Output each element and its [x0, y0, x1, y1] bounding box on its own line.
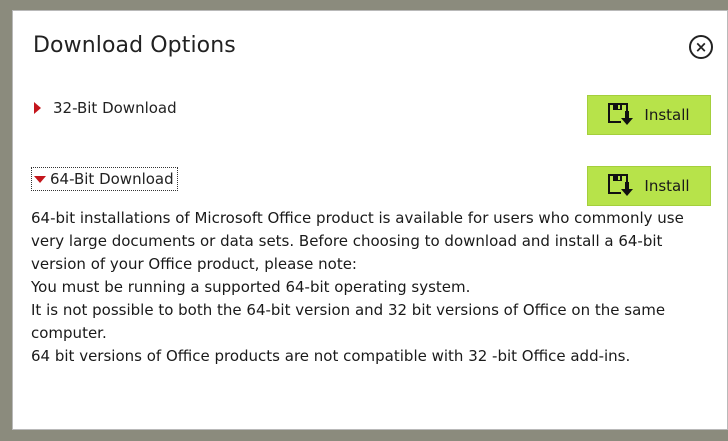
install-64bit-button[interactable]: Install [587, 166, 711, 206]
description-paragraph: 64-bit installations of Microsoft Office… [31, 209, 684, 273]
option-64bit-label: 64-Bit Download [50, 170, 174, 188]
caret-down-icon [34, 175, 46, 183]
option-32bit-toggle[interactable]: 32-Bit Download [31, 99, 177, 117]
install-32bit-button[interactable]: Install [587, 95, 711, 135]
option-64bit-toggle[interactable]: 64-Bit Download [31, 167, 178, 191]
floppy-download-icon [608, 174, 634, 197]
download-options-dialog: Download Options × 32-Bit Download Insta… [12, 10, 728, 430]
floppy-download-icon [608, 103, 634, 126]
option-64bit-description: 64-bit installations of Microsoft Office… [31, 207, 721, 368]
description-paragraph: 64 bit versions of Office products are n… [31, 347, 631, 365]
description-paragraph: It is not possible to both the 64-bit ve… [31, 301, 666, 342]
option-32bit-label: 32-Bit Download [53, 99, 177, 117]
caret-right-icon [34, 102, 41, 114]
install-64bit-label: Install [644, 177, 690, 195]
close-button[interactable]: × [689, 35, 713, 59]
install-32bit-label: Install [644, 106, 690, 124]
dialog-title: Download Options [33, 33, 236, 58]
close-icon: × [694, 37, 708, 56]
description-paragraph: You must be running a supported 64-bit o… [31, 278, 471, 296]
